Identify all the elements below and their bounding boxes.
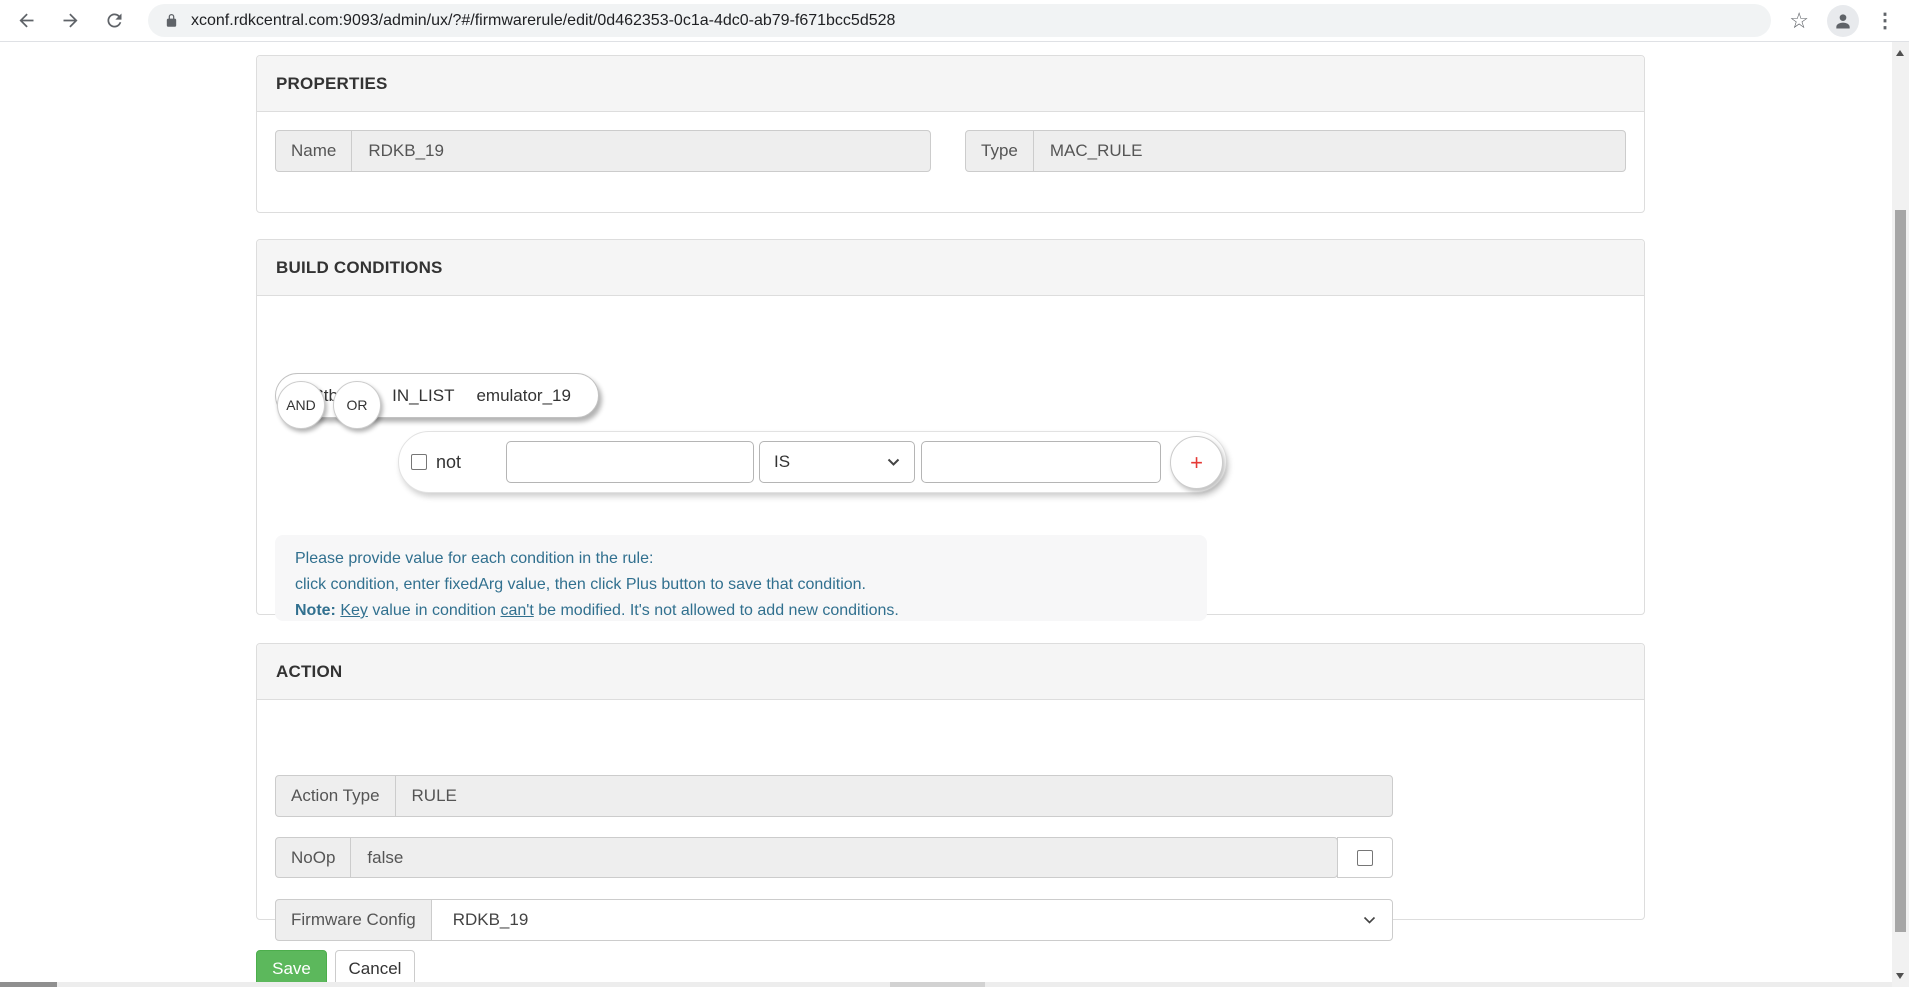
noop-checkbox[interactable]: [1357, 850, 1373, 866]
condition-editor-row: not IS +: [398, 431, 1227, 493]
noop-checkbox-addon: [1337, 837, 1393, 878]
name-field-group: Name RDKB_19: [275, 130, 931, 172]
add-condition-button[interactable]: +: [1170, 436, 1223, 489]
profile-avatar[interactable]: [1827, 5, 1859, 37]
firmware-config-group: Firmware Config RDKB_19: [275, 899, 1393, 941]
browser-menu-icon[interactable]: ⋮: [1875, 8, 1895, 33]
action-type-group: Action Type RULE: [275, 775, 1393, 817]
type-input: MAC_RULE: [1033, 130, 1626, 172]
page: xconf.rdkcentral.com:9093/admin/ux/?#/fi…: [0, 0, 1909, 987]
browser-toolbar: xconf.rdkcentral.com:9093/admin/ux/?#/fi…: [0, 0, 1909, 42]
fixed-arg-input[interactable]: [921, 441, 1161, 483]
condition-fixed-arg: emulator_19: [476, 386, 571, 406]
reload-icon[interactable]: [102, 9, 126, 33]
action-body: Action Type RULE NoOp false Firmware Con…: [257, 700, 1644, 920]
properties-body: Name RDKB_19 Type MAC_RULE: [257, 112, 1644, 213]
bookmark-star-icon[interactable]: ☆: [1789, 10, 1809, 32]
person-icon: [1833, 11, 1853, 31]
or-button[interactable]: OR: [333, 381, 381, 429]
vertical-scrollbar-thumb[interactable]: [1895, 210, 1906, 932]
info-line-2: click condition, enter fixedArg value, t…: [295, 572, 1187, 598]
not-label: not: [436, 452, 461, 473]
forward-icon[interactable]: [58, 9, 82, 33]
action-panel: ACTION Action Type RULE NoOp false Firmw…: [256, 643, 1645, 920]
chevron-down-icon: [887, 458, 900, 466]
noop-input: false: [350, 837, 1338, 878]
conditions-info-box: Please provide value for each condition …: [275, 535, 1207, 621]
properties-panel: PROPERTIES Name RDKB_19 Type MAC_RULE: [256, 55, 1645, 213]
info-note-tail: be modified. It's not allowed to add new…: [538, 602, 899, 619]
firmware-config-select[interactable]: RDKB_19: [431, 899, 1393, 941]
horizontal-scrollbar-segment: [890, 982, 985, 987]
horizontal-scrollbar-thumb[interactable]: [0, 982, 57, 987]
and-button[interactable]: AND: [277, 381, 325, 429]
name-input[interactable]: RDKB_19: [351, 130, 931, 172]
name-label: Name: [275, 130, 352, 172]
info-note-key: Key: [340, 602, 368, 619]
horizontal-scrollbar[interactable]: [0, 982, 1892, 987]
build-conditions-header: BUILD CONDITIONS: [257, 240, 1644, 296]
operation-select[interactable]: IS: [759, 441, 915, 483]
info-line-1: Please provide value for each condition …: [295, 546, 1187, 572]
scroll-down-arrow-icon[interactable]: [1896, 973, 1904, 979]
chevron-down-icon: [1363, 916, 1376, 924]
back-icon[interactable]: [14, 9, 38, 33]
info-note-mid: value in condition: [372, 602, 496, 619]
url-text[interactable]: xconf.rdkcentral.com:9093/admin/ux/?#/fi…: [191, 12, 895, 30]
properties-header: PROPERTIES: [257, 56, 1644, 112]
address-bar[interactable]: xconf.rdkcentral.com:9093/admin/ux/?#/fi…: [148, 4, 1771, 37]
build-conditions-panel: BUILD CONDITIONS eStbMac IN_LIST emulato…: [256, 239, 1645, 615]
free-arg-input[interactable]: [506, 441, 754, 483]
operation-selected-value: IS: [774, 452, 790, 472]
info-note-label: Note:: [295, 602, 336, 619]
build-conditions-body: eStbMac IN_LIST emulator_19 AND OR not I…: [257, 296, 1644, 615]
noop-group: NoOp false: [275, 837, 1393, 878]
not-checkbox[interactable]: [411, 454, 427, 470]
firmware-config-label: Firmware Config: [275, 899, 432, 941]
action-type-label: Action Type: [275, 775, 396, 817]
scroll-up-arrow-icon[interactable]: [1896, 50, 1904, 56]
vertical-scrollbar[interactable]: [1892, 42, 1909, 987]
info-note-cant: can't: [500, 602, 533, 619]
action-type-input: RULE: [395, 775, 1393, 817]
lock-icon: [164, 12, 179, 29]
info-line-3: Note: Key value in condition can't be mo…: [295, 598, 1187, 624]
type-label: Type: [965, 130, 1034, 172]
condition-operation: IN_LIST: [392, 386, 454, 406]
noop-label: NoOp: [275, 837, 351, 878]
type-field-group: Type MAC_RULE: [965, 130, 1626, 172]
firmware-config-selected-value: RDKB_19: [448, 910, 529, 930]
action-header: ACTION: [257, 644, 1644, 700]
